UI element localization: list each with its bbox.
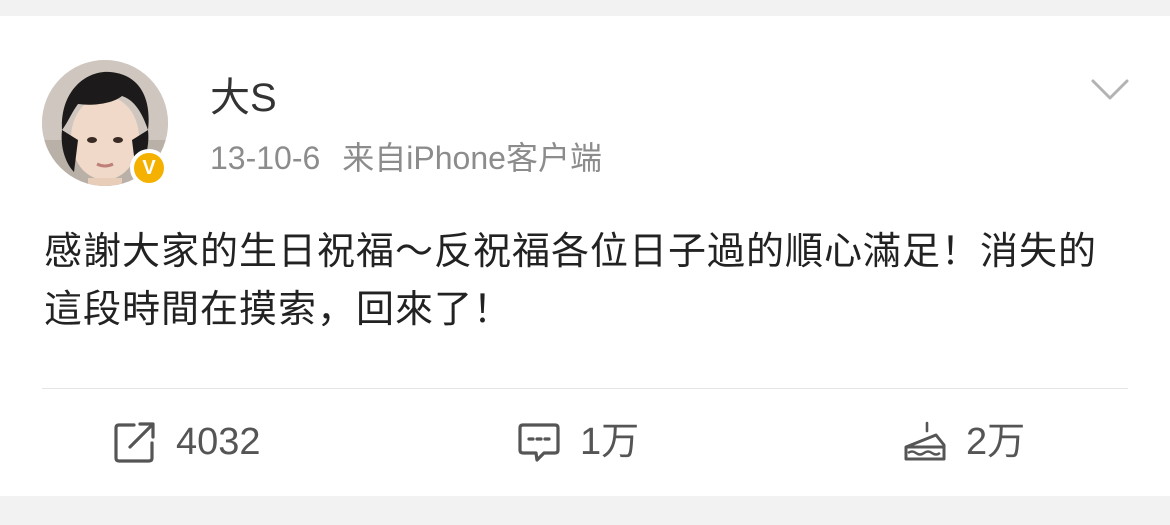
like-count: 2万: [966, 421, 1026, 463]
repost-count: 4032: [176, 421, 261, 463]
repost-button[interactable]: 4032: [112, 416, 261, 468]
repost-icon: [112, 419, 158, 465]
like-button[interactable]: 2万: [902, 416, 1025, 468]
chevron-down-icon[interactable]: [1090, 76, 1130, 104]
divider: [42, 388, 1128, 389]
footer-strip: [0, 496, 1170, 525]
comment-icon: [516, 419, 562, 465]
cake-like-icon: [902, 419, 948, 465]
comment-count: 1万: [580, 421, 640, 463]
post-content: 感謝大家的生日祝福～反祝福各位日子過的順心滿足！消失的這段時間在摸索，回來了！: [44, 229, 1098, 331]
username[interactable]: 大S: [210, 74, 277, 122]
comment-button[interactable]: 1万: [516, 416, 639, 468]
post-meta: 13-10-6 来自iPhone客户端: [210, 138, 602, 178]
post-source: 来自iPhone客户端: [342, 140, 602, 176]
verified-badge: V: [130, 149, 168, 187]
post-date: 13-10-6: [210, 140, 321, 176]
weibo-post-card: V 大S 13-10-6 来自iPhone客户端 感謝大家的生日祝福～反祝福各位日…: [0, 16, 1170, 496]
